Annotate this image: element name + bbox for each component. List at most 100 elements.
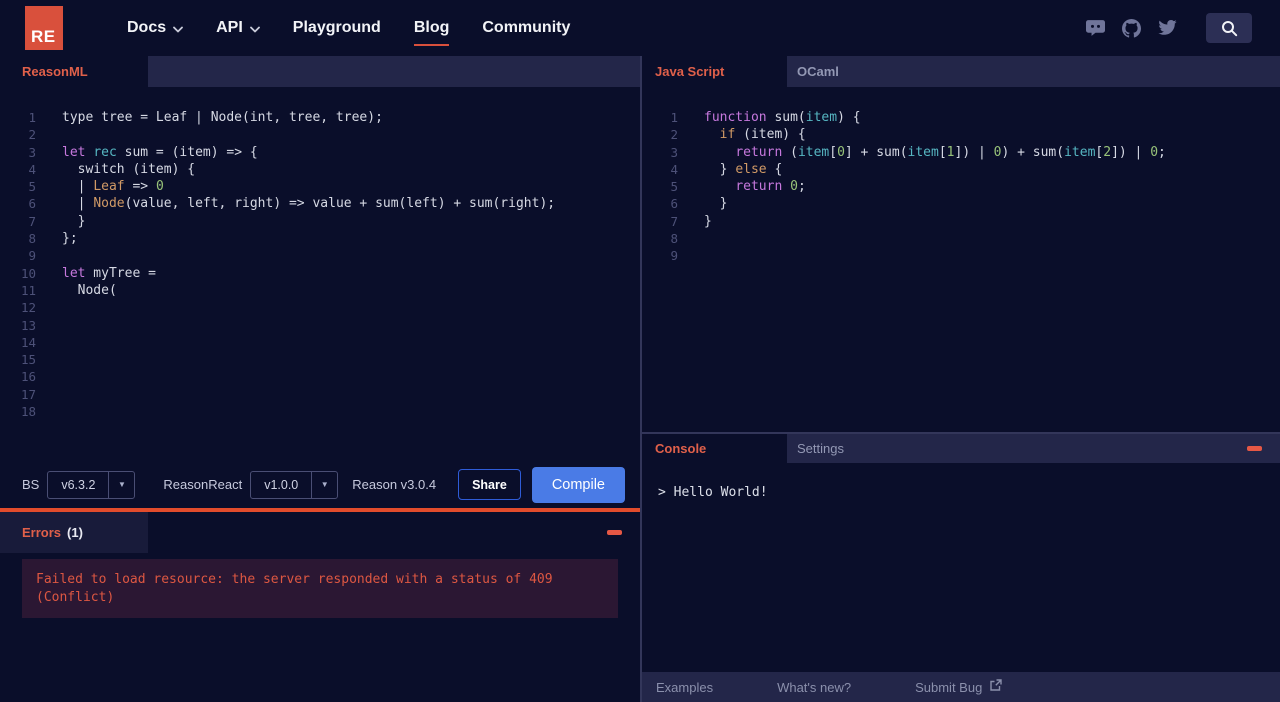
code-line: 10 let myTree = xyxy=(0,265,640,282)
line-number: 9 xyxy=(670,248,678,264)
code-line: 6 | Node(value, left, right) => value + … xyxy=(0,195,640,212)
collapse-console-icon[interactable] xyxy=(1247,446,1262,451)
line-number: 3 xyxy=(670,144,678,160)
line-number: 2 xyxy=(670,127,678,143)
code-line: 8}; xyxy=(0,230,640,247)
line-number: 1 xyxy=(670,110,678,125)
code-line: 12 xyxy=(0,299,640,316)
code-line: 15 xyxy=(0,351,640,368)
search-button[interactable] xyxy=(1206,13,1252,43)
footer-link-examples[interactable]: Examples xyxy=(656,680,713,695)
code-line: 2 if (item) { xyxy=(642,126,1280,143)
tab-ocaml[interactable]: OCaml xyxy=(787,56,930,87)
reasonreact-label: ReasonReact xyxy=(163,477,243,492)
tab-console-label: Console xyxy=(655,441,707,456)
footer-link-submit-bug[interactable]: Submit Bug xyxy=(915,679,1002,695)
footer-link-label: What's new? xyxy=(777,679,852,695)
collapse-errors-icon[interactable] xyxy=(607,530,622,535)
line-number: 12 xyxy=(20,300,36,316)
nav-item-label: Blog xyxy=(413,19,450,36)
tab-settings[interactable]: Settings xyxy=(787,434,930,463)
dropdown-caret-icon: ▼ xyxy=(311,471,337,498)
code-line: 14 xyxy=(0,334,640,351)
nav-item-label: Playground xyxy=(292,19,381,36)
nav-item-playground[interactable]: Playground xyxy=(293,19,381,37)
line-number: 4 xyxy=(28,161,36,177)
footer-link-what-s-new[interactable]: What's new? xyxy=(777,680,851,695)
nav-item-api[interactable]: API xyxy=(216,19,260,37)
line-number: 7 xyxy=(670,213,678,229)
code-line: 5 return 0; xyxy=(642,178,1280,195)
discord-icon[interactable] xyxy=(1086,20,1105,36)
main-split-view: ReasonML 1 type tree = Leaf | Node(int, t… xyxy=(0,56,1280,702)
line-number: 11 xyxy=(20,282,36,298)
line-number: 16 xyxy=(20,369,36,385)
reason-logo[interactable]: RE xyxy=(25,6,63,50)
footer-link-label: Submit Bug xyxy=(915,679,983,695)
bs-version-value: v6.3.2 xyxy=(61,477,96,492)
nav-right-icons xyxy=(1086,13,1252,43)
search-icon xyxy=(1221,20,1238,37)
code-line: 9 xyxy=(0,247,640,264)
code-line: 1 type tree = Leaf | Node(int, tree, tree… xyxy=(0,109,640,126)
code-line: 16 xyxy=(0,368,640,385)
compiler-toolbar: BS v6.3.2 ▼ ReasonReact v1.0.0 ▼ Reason … xyxy=(0,461,640,508)
share-button[interactable]: Share xyxy=(458,469,521,500)
code-line: 2 xyxy=(0,126,640,143)
nav-item-docs[interactable]: Docs xyxy=(127,19,184,37)
line-number: 1 xyxy=(28,110,36,125)
github-icon[interactable] xyxy=(1122,18,1141,38)
bs-version-dropdown[interactable]: v6.3.2 ▼ xyxy=(47,470,136,499)
code-line: 11 Node( xyxy=(0,282,640,299)
code-line: 4 switch (item) { xyxy=(0,161,640,178)
nav-item-label: Docs xyxy=(127,19,167,36)
code-line: 1 function sum(item) { xyxy=(642,109,1280,126)
code-line: 7} xyxy=(642,213,1280,230)
chevron-down-icon xyxy=(249,26,260,33)
nav-item-community[interactable]: Community xyxy=(482,19,570,37)
line-number: 10 xyxy=(20,265,36,281)
error-message-box: Failed to load resource: the server resp… xyxy=(22,559,618,618)
line-number: 15 xyxy=(20,352,36,368)
line-number: 4 xyxy=(670,161,678,177)
code-line: 7 } xyxy=(0,213,640,230)
tab-javascript[interactable]: Java Script xyxy=(642,56,787,87)
twitter-icon[interactable] xyxy=(1158,20,1177,36)
line-number: 8 xyxy=(670,231,678,247)
tab-console[interactable]: Console xyxy=(642,434,787,463)
nav-item-blog[interactable]: Blog xyxy=(413,19,450,46)
console-output: > Hello World! xyxy=(642,463,1280,672)
tab-reasonml[interactable]: ReasonML xyxy=(0,56,148,87)
code-line: 4 } else { xyxy=(642,161,1280,178)
code-line: 3 return (item[0] + sum(item[1]) | 0) + … xyxy=(642,144,1280,161)
code-line: 9 xyxy=(642,247,1280,264)
tab-errors[interactable]: Errors (1) xyxy=(0,512,148,553)
right-panel: Java Script OCaml 1 function sum(item) {2… xyxy=(640,56,1280,702)
line-number: 3 xyxy=(28,144,36,160)
line-number: 17 xyxy=(20,386,36,402)
line-number: 2 xyxy=(28,127,36,143)
tab-settings-label: Settings xyxy=(797,441,844,456)
chevron-down-icon xyxy=(173,26,184,33)
logo-text: RE xyxy=(31,27,56,46)
code-line: 17 xyxy=(0,386,640,403)
error-message-line: Failed to load resource: the server resp… xyxy=(36,572,553,587)
console-output-line: > Hello World! xyxy=(658,485,768,500)
line-number: 9 xyxy=(28,248,36,264)
right-tab-bar: Java Script OCaml xyxy=(642,56,1280,87)
reasonreact-version-dropdown[interactable]: v1.0.0 ▼ xyxy=(250,470,339,499)
line-number: 18 xyxy=(20,404,36,420)
dropdown-caret-icon: ▼ xyxy=(108,471,134,498)
reason-code-editor[interactable]: 1 type tree = Leaf | Node(int, tree, tree… xyxy=(0,87,640,461)
reason-version-text: Reason v3.0.4 xyxy=(352,477,437,492)
line-number: 5 xyxy=(28,179,36,195)
errors-title: Errors xyxy=(22,525,62,540)
line-number: 14 xyxy=(20,334,36,350)
reasonreact-version-value: v1.0.0 xyxy=(264,477,299,492)
playground-footer: Examples What's new? Submit Bug xyxy=(642,672,1280,702)
code-line: 6 } xyxy=(642,195,1280,212)
bs-label: BS xyxy=(22,477,40,492)
line-number: 8 xyxy=(28,231,36,247)
javascript-output-editor[interactable]: 1 function sum(item) {2 if (item) {3 retu… xyxy=(642,87,1280,432)
compile-button[interactable]: Compile xyxy=(531,466,625,503)
